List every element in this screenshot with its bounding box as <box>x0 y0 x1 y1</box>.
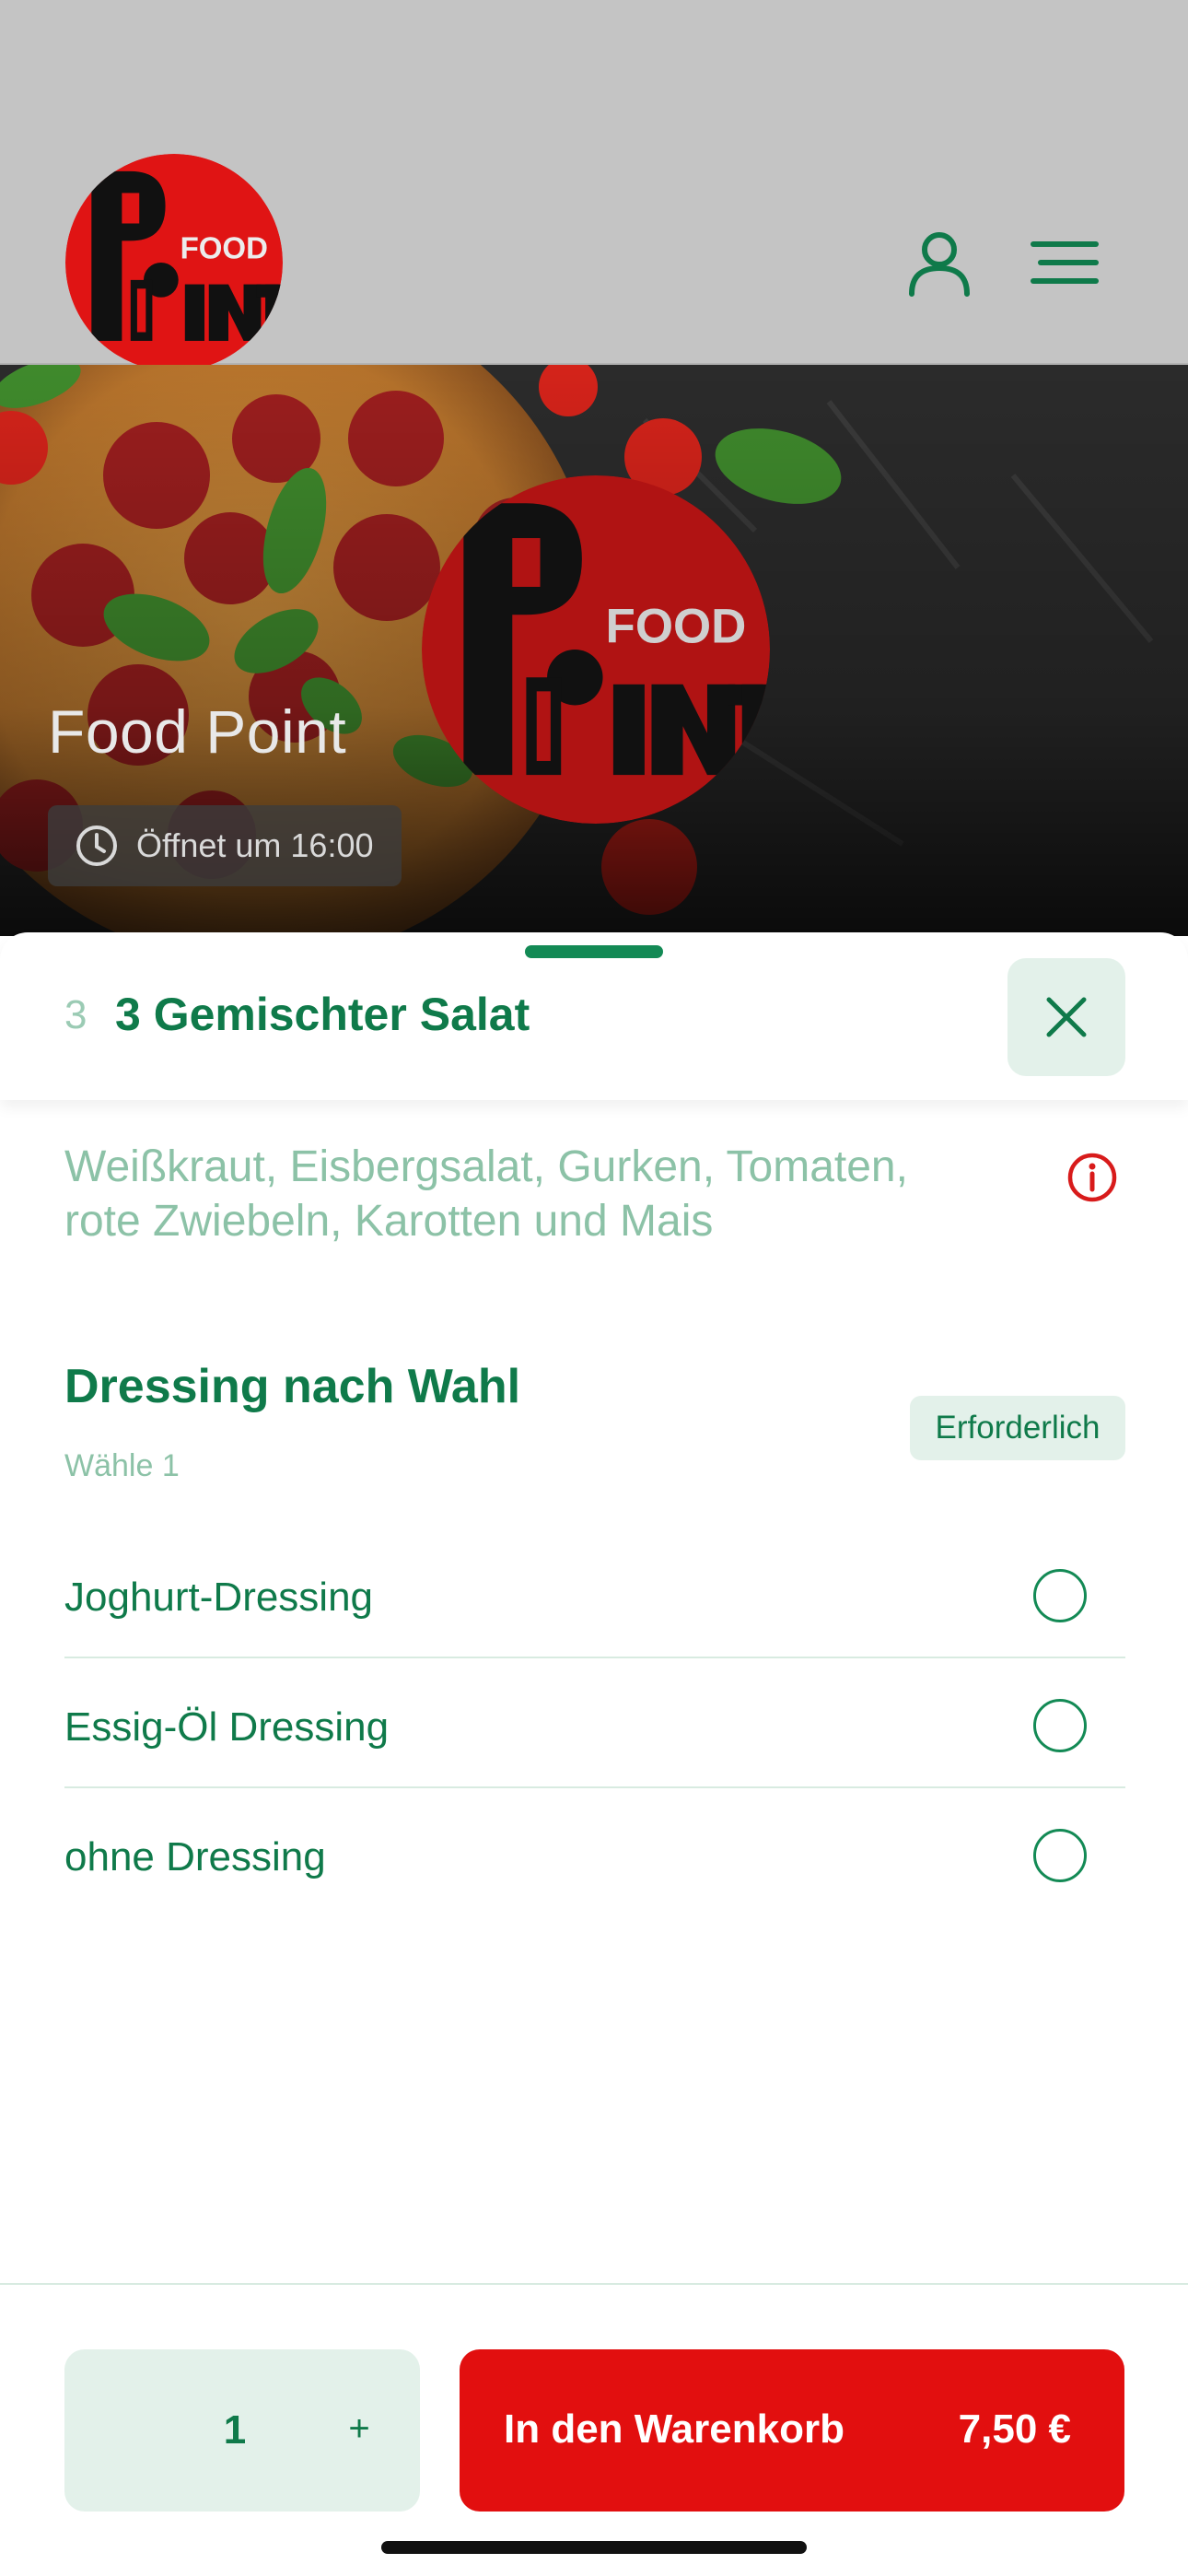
quantity-increase-button[interactable]: + <box>313 2401 405 2456</box>
info-icon[interactable] <box>1066 1152 1118 1203</box>
hamburger-menu-icon[interactable] <box>1028 235 1101 290</box>
opening-hours-text: Öffnet um 16:00 <box>136 826 374 864</box>
top-header: FOOD <box>0 0 1188 371</box>
price-label: 7,50 € <box>958 2406 1071 2452</box>
restaurant-logo[interactable]: FOOD <box>65 154 283 371</box>
option-label: ohne Dressing <box>64 1834 326 1879</box>
option-essig-oel-dressing[interactable]: Essig-Öl Dressing <box>64 1664 1125 1793</box>
logo-food-text: FOOD <box>181 230 268 264</box>
drag-handle[interactable] <box>525 945 663 958</box>
hero-restaurant-logo: FOOD <box>422 475 770 824</box>
home-indicator <box>381 2541 807 2554</box>
sheet-header: 3 3 Gemischter Salat <box>0 932 1188 1100</box>
close-icon <box>1046 997 1087 1037</box>
item-title: 3 Gemischter Salat <box>115 989 530 1040</box>
option-group-title: Dressing nach Wahl <box>64 1360 521 1413</box>
option-divider <box>64 1657 1125 1658</box>
item-number: 3 <box>64 992 87 1037</box>
option-joghurt-dressing[interactable]: Joghurt-Dressing <box>64 1534 1125 1663</box>
close-button[interactable] <box>1007 958 1125 1076</box>
restaurant-hero-banner: FOOD Food Point Öffnet um 16:00 <box>0 365 1188 936</box>
add-to-cart-label: In den Warenkorb <box>504 2406 844 2452</box>
hero-logo-food-text: FOOD <box>606 599 747 653</box>
user-icon[interactable] <box>903 226 976 299</box>
option-divider <box>64 1786 1125 1788</box>
option-group-subtitle: Wähle 1 <box>64 1448 180 1483</box>
product-detail-sheet: 3 3 Gemischter Salat Weißkraut, Eisbergs… <box>0 932 1188 2576</box>
footer-divider <box>0 2283 1188 2285</box>
opening-hours-badge: Öffnet um 16:00 <box>48 805 402 886</box>
item-description: Weißkraut, Eisbergsalat, Gurken, Tomaten… <box>64 1142 908 1246</box>
add-to-cart-button[interactable]: In den Warenkorb 7,50 € <box>460 2349 1124 2512</box>
option-ohne-dressing[interactable]: ohne Dressing <box>64 1794 1125 1923</box>
option-label: Joghurt-Dressing <box>64 1575 374 1620</box>
radio-button[interactable] <box>1033 1569 1087 1622</box>
restaurant-name: Food Point <box>48 697 347 766</box>
clock-icon <box>76 825 117 866</box>
option-label: Essig-Öl Dressing <box>64 1704 390 1750</box>
required-badge: Erforderlich <box>910 1396 1125 1460</box>
radio-button[interactable] <box>1033 1829 1087 1882</box>
radio-button[interactable] <box>1033 1699 1087 1752</box>
